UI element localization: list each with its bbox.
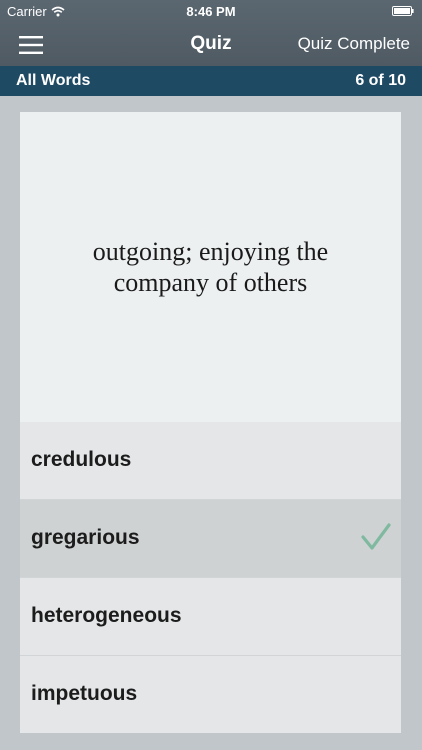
definition-card: outgoing; enjoying the company of others [20, 112, 401, 422]
word-list-name: All Words [16, 72, 91, 89]
answer-option[interactable]: heterogeneous [20, 577, 401, 655]
answer-label: impetuous [31, 682, 138, 705]
answer-label: credulous [31, 448, 132, 471]
answer-option[interactable]: impetuous [20, 655, 401, 733]
definition-text: outgoing; enjoying the company of others [92, 237, 329, 297]
answer-label: gregarious [31, 526, 140, 549]
menu-button[interactable] [13, 31, 49, 59]
answer-option-selected[interactable]: gregarious [20, 499, 401, 577]
hamburger-menu-icon [19, 36, 43, 54]
battery-icon [392, 6, 414, 16]
status-bar: Carrier 8:46 PM [0, 0, 422, 22]
quiz-complete-button[interactable]: Quiz Complete [298, 34, 410, 54]
status-time: 8:46 PM [186, 4, 236, 19]
top-bar: Carrier 8:46 PM Quiz Quiz Complete [0, 0, 422, 66]
quiz-info-bar: All Words 6 of 10 [0, 66, 422, 96]
quiz-progress: 6 of 10 [355, 72, 406, 89]
answer-option[interactable]: credulous [20, 422, 401, 499]
navigation-bar: Quiz Quiz Complete [0, 22, 422, 66]
answer-list: credulous gregarious heterogeneous impet… [20, 422, 401, 733]
checkmark-icon [361, 523, 391, 550]
answer-label: heterogeneous [31, 604, 182, 627]
